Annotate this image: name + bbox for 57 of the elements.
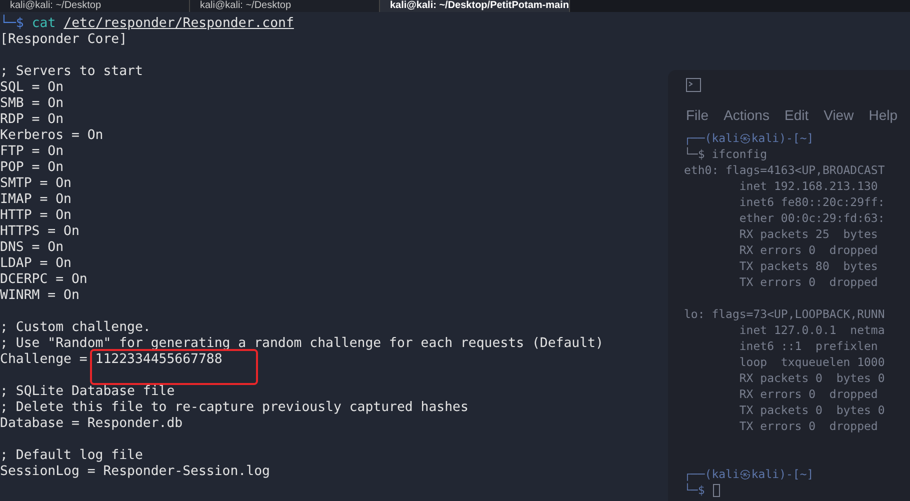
output-line: inet 127.0.0.1 netma <box>738 323 885 337</box>
output-line: TX packets 80 bytes <box>738 259 878 273</box>
output-line: inet6 ::1 prefixlen <box>738 339 878 353</box>
output-line: RX errors 0 dropped <box>738 387 878 401</box>
output-line: ether 00:0c:29:fd:63: <box>738 211 885 225</box>
menu-item[interactable]: File <box>686 105 709 126</box>
output-line: RX packets 0 bytes 0 <box>738 371 885 385</box>
config-line: POP = On <box>0 160 64 176</box>
menu-item[interactable]: Actions <box>724 105 770 126</box>
config-line: SMTP = On <box>0 176 72 192</box>
menu-item[interactable]: Edit <box>784 105 809 126</box>
prompt-line: ┌──(kali㉿kali)-[~] <box>684 467 814 481</box>
output-line: inet 192.168.213.130 <box>738 179 878 193</box>
config-line: Database = Responder.db <box>0 416 183 432</box>
config-line: RDP = On <box>0 112 64 128</box>
output-line: TX packets 0 bytes 0 <box>738 403 885 417</box>
output-line: RX packets 25 bytes <box>738 227 878 241</box>
config-line: WINRM = On <box>0 288 80 304</box>
terminal-icon <box>686 78 701 92</box>
config-line: Challenge = 1122334455667788 <box>0 352 222 368</box>
output-line: inet6 fe80::20c:29ff: <box>738 195 885 209</box>
config-line: HTTPS = On <box>0 224 80 240</box>
config-line: LDAP = On <box>0 256 72 272</box>
config-line: Kerberos = On <box>0 128 104 144</box>
command-line: └─$ ifconfig <box>684 147 768 161</box>
menu-item[interactable]: Help <box>868 105 898 126</box>
file-path: /etc/responder/Responder.conf <box>64 16 294 32</box>
terminal-tab[interactable]: kali@kali: ~/Desktop <box>0 0 190 12</box>
config-line: DNS = On <box>0 240 64 256</box>
config-line: [Responder Core] <box>0 32 128 48</box>
cursor-icon <box>712 484 720 496</box>
config-line: ; Default log file <box>0 448 143 464</box>
config-line: SMB = On <box>0 96 64 112</box>
config-line: ; SQLite Database file <box>0 384 175 400</box>
output-line: lo: flags=73<UP,LOOPBACK,RUNN <box>684 307 885 321</box>
prompt-line: └─$ <box>684 482 705 498</box>
terminal-tab[interactable]: kali@kali: ~/Desktop/PetitPotam-main <box>380 0 570 12</box>
config-line: DCERPC = On <box>0 272 88 288</box>
output-line: TX errors 0 dropped <box>738 275 878 289</box>
config-line: ; Servers to start <box>0 64 143 80</box>
config-line: SQL = On <box>0 80 64 96</box>
output-line: eth0: flags=4163<UP,BROADCAST <box>684 163 885 177</box>
config-line: FTP = On <box>0 144 64 160</box>
config-line: ; Custom challenge. <box>0 320 151 336</box>
prompt-line: ┌──(kali㉿kali)-[~] <box>684 131 814 145</box>
config-line: ; Delete this file to re-capture previously captured hashes <box>0 400 468 416</box>
config-line: SessionLog = Responder-Session.log <box>0 464 270 480</box>
terminal-tab[interactable]: kali@kali: ~/Desktop <box>190 0 380 12</box>
menu-item[interactable]: View <box>824 105 854 126</box>
output-line: loop txqueuelen 1000 <box>738 355 885 369</box>
output-line: RX errors 0 dropped <box>738 243 878 257</box>
command-name: cat <box>32 16 56 32</box>
prompt-symbol: └─$ <box>0 16 24 32</box>
output-line: TX errors 0 dropped <box>738 419 878 433</box>
config-line: HTTP = On <box>0 208 72 224</box>
config-line: ; Use "Random" for generating a random challenge for each requests (Default) <box>0 336 604 352</box>
config-line: IMAP = On <box>0 192 72 208</box>
